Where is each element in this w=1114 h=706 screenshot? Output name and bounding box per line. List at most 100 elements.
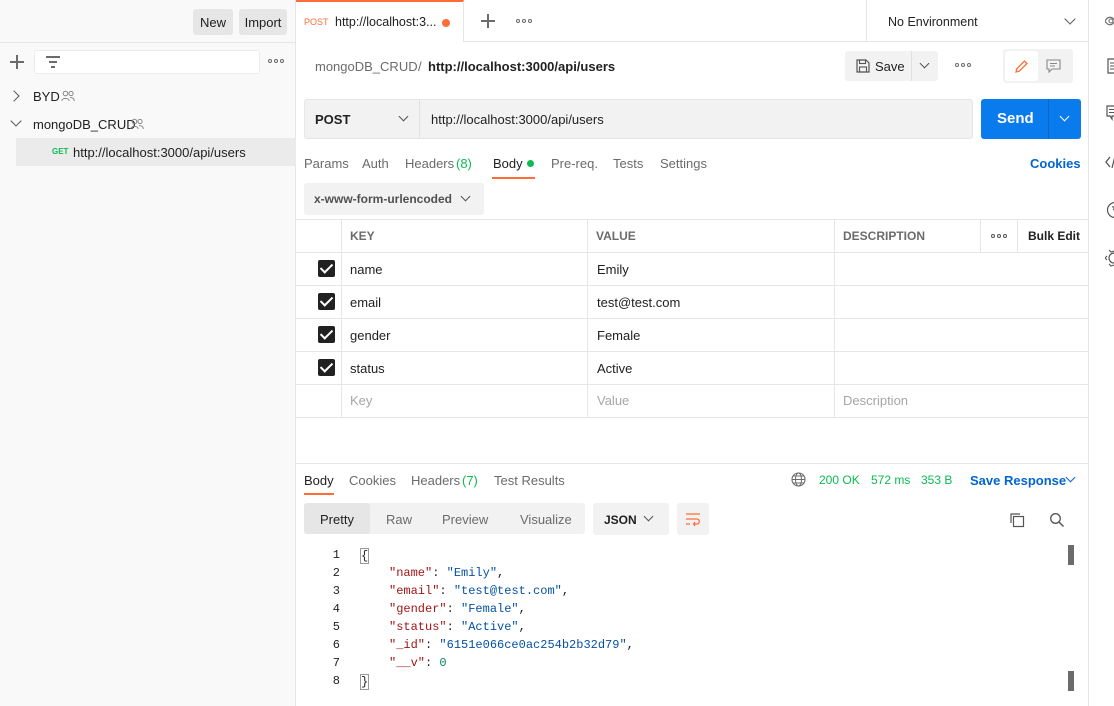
copy-icon[interactable] [1009, 512, 1025, 528]
line-number: 6 [332, 638, 340, 652]
response-divider [296, 463, 1088, 464]
view-pretty-label: Pretty [320, 512, 354, 527]
request-url-bar: POST http://localhost:3000/api/users [304, 99, 973, 139]
sidebar-request-item[interactable]: GET http://localhost:3000/api/users [16, 138, 296, 166]
line-number: 1 [332, 548, 340, 562]
row-checkbox[interactable] [318, 293, 335, 310]
response-tab-body[interactable]: Body [304, 473, 334, 488]
json-value: "6151e066ce0ac254b2b32d79" [439, 638, 627, 652]
format-select[interactable]: JSON [593, 503, 669, 535]
tab-params[interactable]: Params [304, 156, 349, 171]
row-checkbox[interactable] [318, 326, 335, 343]
tab-body[interactable]: Body [493, 156, 523, 171]
response-view-toggle: Pretty Raw Preview Visualize [304, 503, 585, 534]
row-key[interactable]: gender [350, 328, 390, 343]
row-checkbox[interactable] [318, 359, 335, 376]
column-header-value: VALUE [596, 229, 636, 243]
comment-icon[interactable] [1046, 59, 1061, 73]
new-tab-icon[interactable] [481, 14, 495, 28]
chevron-down-icon[interactable] [1059, 111, 1070, 122]
response-status: 200 OK [819, 473, 860, 487]
filter-input[interactable] [34, 50, 260, 74]
new-description-input[interactable]: Description [843, 393, 908, 408]
json-comma: , [561, 584, 570, 598]
tab-more-icon[interactable] [516, 19, 532, 25]
tab-auth[interactable]: Auth [362, 156, 389, 171]
settings-icon[interactable] [1105, 249, 1114, 267]
tab-prereq[interactable]: Pre-req. [551, 156, 598, 171]
team-icon [130, 118, 144, 130]
line-number: 5 [332, 620, 340, 634]
code-icon[interactable] [1105, 155, 1114, 169]
save-response-button[interactable]: Save Response [970, 473, 1066, 488]
plus-icon[interactable] [9, 54, 25, 70]
request-more-icon[interactable] [955, 63, 971, 69]
view-preview-button[interactable]: Preview [442, 512, 488, 527]
chevron-down-icon[interactable] [1065, 472, 1076, 483]
json-line: "_id": "6151e066ce0ac254b2b32d79", [389, 638, 634, 652]
row-key[interactable]: email [350, 295, 381, 310]
line-number: 2 [332, 566, 340, 580]
cookies-link[interactable]: Cookies [1030, 156, 1081, 171]
response-tab-test-results[interactable]: Test Results [494, 473, 565, 488]
bulk-edit-button[interactable]: Bulk Edit [1028, 220, 1080, 252]
json-value: 0 [439, 656, 447, 670]
body-mode-select[interactable]: x-www-form-urlencoded [304, 183, 484, 215]
row-key[interactable]: name [350, 262, 383, 277]
scrollbar-thumb[interactable] [1068, 671, 1074, 691]
headers-count-badge: (8) [456, 156, 472, 171]
tab-settings[interactable]: Settings [660, 156, 707, 171]
collection-byd[interactable]: BYD [0, 82, 296, 110]
body-indicator-dot-icon [527, 160, 534, 167]
url-input[interactable]: http://localhost:3000/api/users [431, 112, 604, 127]
comments-icon[interactable] [1106, 105, 1114, 121]
row-value[interactable]: Female [597, 328, 640, 343]
edit-mode-button[interactable] [1005, 51, 1038, 81]
row-checkbox[interactable] [318, 260, 335, 277]
format-label: JSON [604, 513, 637, 527]
wrap-lines-button[interactable] [677, 503, 709, 535]
unsaved-dot-icon [442, 19, 450, 27]
response-headers-count: (7) [462, 473, 478, 488]
response-tab-cookies[interactable]: Cookies [349, 473, 396, 488]
row-key[interactable]: status [350, 361, 385, 376]
row-value[interactable]: Active [597, 361, 632, 376]
view-raw-button[interactable]: Raw [386, 512, 412, 527]
response-size: 353 B [921, 473, 953, 487]
tab-headers[interactable]: Headers [405, 156, 454, 171]
json-key: "name" [389, 566, 433, 580]
environment-select[interactable]: No Environment [866, 0, 1088, 42]
tab-tests[interactable]: Tests [613, 156, 643, 171]
breadcrumb-request: http://localhost:3000/api/users [428, 59, 616, 74]
column-header-key: KEY [350, 229, 375, 243]
table-more-icon[interactable] [991, 234, 1007, 240]
new-value-input[interactable]: Value [597, 393, 629, 408]
globe-icon[interactable] [791, 472, 806, 487]
new-key-input[interactable]: Key [350, 393, 372, 408]
edit-comment-toggle [1003, 49, 1073, 83]
active-tab-underline [304, 493, 334, 495]
response-tab-headers[interactable]: Headers [411, 473, 460, 488]
method-select[interactable]: POST [305, 100, 420, 138]
more-icon[interactable] [268, 59, 284, 65]
documentation-icon[interactable] [1107, 58, 1114, 74]
scrollbar-thumb[interactable] [1068, 545, 1074, 565]
row-value[interactable]: test@test.com [597, 295, 680, 310]
chevron-down-icon[interactable] [919, 58, 930, 69]
send-button[interactable]: Send [981, 99, 1081, 139]
response-body-editor[interactable]: 1 2 3 4 5 6 7 8 { "name": "Emily", "emai… [296, 545, 1076, 695]
collection-mongodb-crud[interactable]: mongoDB_CRUD [0, 110, 296, 138]
view-visualize-button[interactable]: Visualize [520, 512, 572, 527]
row-value[interactable]: Emily [597, 262, 629, 277]
eye-icon[interactable] [1105, 14, 1114, 28]
request-tab[interactable]: POST http://localhost:3... [296, 0, 464, 42]
import-button[interactable]: Import [239, 9, 287, 35]
search-icon[interactable] [1049, 512, 1065, 528]
info-icon[interactable] [1106, 201, 1114, 219]
active-tab-underline [492, 177, 535, 179]
table-border [296, 219, 1088, 220]
environment-label: No Environment [888, 15, 978, 29]
new-button[interactable]: New [193, 9, 233, 35]
breadcrumb-collection[interactable]: mongoDB_CRUD [315, 59, 418, 74]
save-button[interactable]: Save [845, 51, 938, 81]
